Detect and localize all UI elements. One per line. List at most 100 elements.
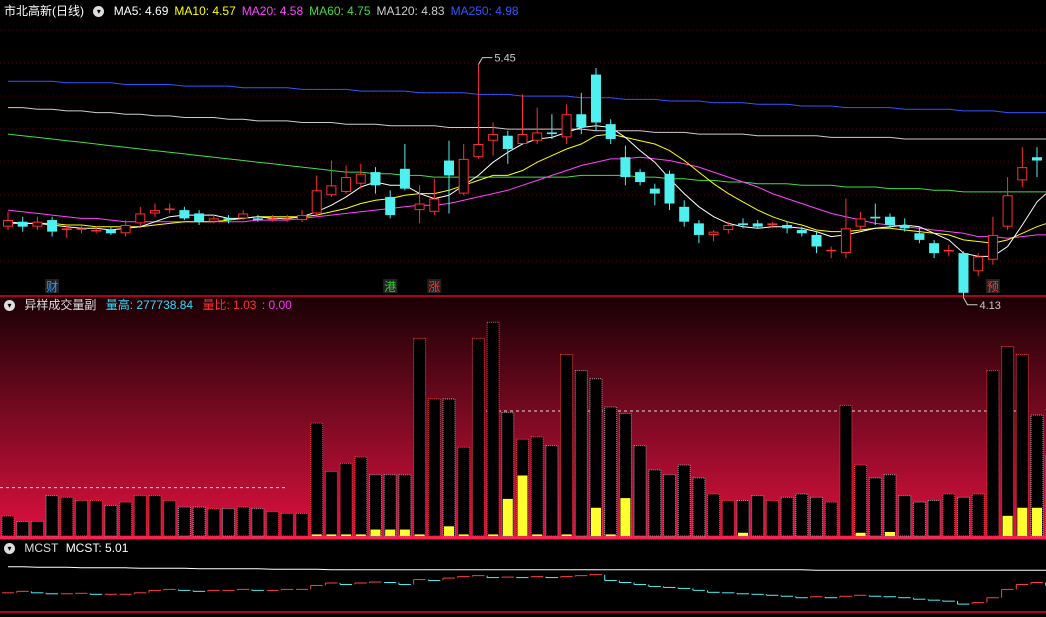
candle-body bbox=[768, 224, 777, 225]
volume-bar bbox=[693, 478, 705, 536]
volume-high-label: 量高: 277738.84 bbox=[106, 298, 193, 312]
volume-bar bbox=[2, 516, 14, 536]
volume-highlight-bar bbox=[562, 534, 572, 536]
volume-bar bbox=[634, 446, 646, 536]
volume-highlight-bar bbox=[885, 532, 895, 536]
volume-bar bbox=[414, 338, 426, 536]
candle-body bbox=[430, 199, 439, 211]
candle-body bbox=[356, 174, 365, 183]
volume-bar bbox=[928, 501, 940, 536]
stock-chart-window: 5.454.13财港涨预 市北高新(日线) ▾ MA5: 4.69MA10: 4… bbox=[0, 0, 1046, 614]
candle-body bbox=[327, 186, 336, 195]
candle-body bbox=[738, 223, 748, 225]
candle-body bbox=[679, 207, 689, 222]
volume-bar bbox=[796, 494, 808, 536]
candle-body bbox=[106, 230, 116, 233]
volume-header: ▾ 异样成交量副 量高: 277738.84 量比: 1.03 : 0.00 bbox=[4, 297, 298, 313]
chevron-down-icon[interactable]: ▾ bbox=[93, 6, 104, 17]
candle-body bbox=[4, 221, 13, 227]
volume-highlight-bar bbox=[738, 533, 748, 536]
volume-bar bbox=[708, 494, 720, 536]
candle-body bbox=[974, 257, 983, 271]
volume-bar bbox=[193, 507, 205, 536]
candle-body bbox=[121, 226, 130, 233]
candle-body bbox=[298, 216, 307, 220]
candle-body bbox=[709, 232, 718, 234]
candle-body bbox=[694, 223, 704, 235]
candle-body bbox=[562, 115, 571, 137]
candle-body bbox=[239, 214, 248, 218]
candle-body bbox=[797, 230, 807, 233]
volume-highlight-bar bbox=[1032, 508, 1042, 536]
main-header: 市北高新(日线) ▾ MA5: 4.69MA10: 4.57MA20: 4.58… bbox=[4, 3, 531, 19]
volume-bar bbox=[575, 371, 587, 536]
volume-bar bbox=[811, 497, 823, 536]
candle-body bbox=[209, 219, 218, 221]
volume-highlight-bar bbox=[371, 530, 381, 536]
volume-bar bbox=[325, 471, 337, 536]
volume-highlight-bar bbox=[356, 534, 366, 536]
low-price-label: 4.13 bbox=[980, 300, 1001, 312]
candle-body bbox=[827, 250, 836, 251]
event-marker: 涨 bbox=[428, 279, 440, 294]
mcst-title: MCST bbox=[24, 541, 58, 555]
candle-body bbox=[342, 178, 351, 192]
volume-bar bbox=[105, 505, 117, 536]
candle-body bbox=[503, 136, 513, 149]
volume-bar bbox=[46, 496, 58, 536]
candle-body bbox=[268, 219, 277, 220]
event-marker: 港 bbox=[384, 280, 396, 294]
candle-body bbox=[489, 135, 498, 141]
chevron-down-icon[interactable]: ▾ bbox=[4, 300, 15, 311]
volume-bar bbox=[458, 447, 470, 536]
candle-body bbox=[165, 209, 174, 210]
volume-bar bbox=[943, 494, 955, 536]
volume-bar bbox=[17, 521, 29, 536]
candle-body bbox=[459, 159, 468, 193]
volume-highlight-bar bbox=[385, 530, 395, 536]
candle-body bbox=[635, 172, 645, 182]
candle-body bbox=[518, 135, 527, 144]
mcst-header: ▾ MCST MCST: 5.01 bbox=[4, 540, 134, 556]
volume-highlight-bar bbox=[488, 534, 498, 536]
candle-body bbox=[92, 230, 101, 231]
ma-legend-item: MA120: 4.83 bbox=[377, 4, 445, 18]
volume-bar bbox=[561, 355, 573, 536]
volume-highlight-bar bbox=[459, 534, 469, 536]
ma-legend: MA5: 4.69MA10: 4.57MA20: 4.58MA60: 4.75M… bbox=[114, 4, 525, 18]
candle-body bbox=[77, 229, 86, 230]
volume-bar bbox=[237, 507, 249, 536]
candle-body bbox=[1032, 157, 1042, 160]
volume-highlight-bar bbox=[400, 530, 410, 536]
candle-body bbox=[1003, 196, 1012, 226]
candle-body bbox=[841, 229, 850, 253]
candle-body bbox=[253, 218, 263, 220]
candle-body bbox=[900, 225, 910, 228]
chevron-down-icon[interactable]: ▾ bbox=[4, 543, 15, 554]
volume-bar bbox=[605, 407, 617, 536]
main-title: 市北高新(日线) bbox=[4, 4, 84, 18]
volume-bar bbox=[972, 494, 984, 536]
volume-bar bbox=[913, 502, 925, 536]
candle-body bbox=[870, 217, 880, 219]
volume-bar bbox=[781, 497, 793, 536]
volume-bar bbox=[664, 475, 676, 536]
volume-highlight-bar bbox=[606, 534, 616, 536]
volume-bar bbox=[340, 463, 352, 536]
volume-highlight-bar bbox=[312, 534, 322, 536]
candle-body bbox=[606, 124, 616, 139]
candle-body bbox=[753, 223, 763, 226]
volume-bar bbox=[678, 465, 690, 536]
volume-bar bbox=[766, 501, 778, 536]
volume-bar bbox=[722, 501, 734, 536]
volume-bar bbox=[178, 507, 190, 536]
volume-bar bbox=[76, 501, 88, 536]
candle-body bbox=[650, 189, 660, 194]
volume-bar bbox=[737, 501, 749, 536]
event-marker: 预 bbox=[987, 280, 999, 294]
candle-body bbox=[591, 75, 601, 123]
volume-bar bbox=[899, 496, 911, 536]
volume-ratio-value: : 0.00 bbox=[262, 298, 292, 312]
ma-legend-item: MA20: 4.58 bbox=[242, 4, 303, 18]
volume-highlight-bar bbox=[415, 534, 425, 536]
